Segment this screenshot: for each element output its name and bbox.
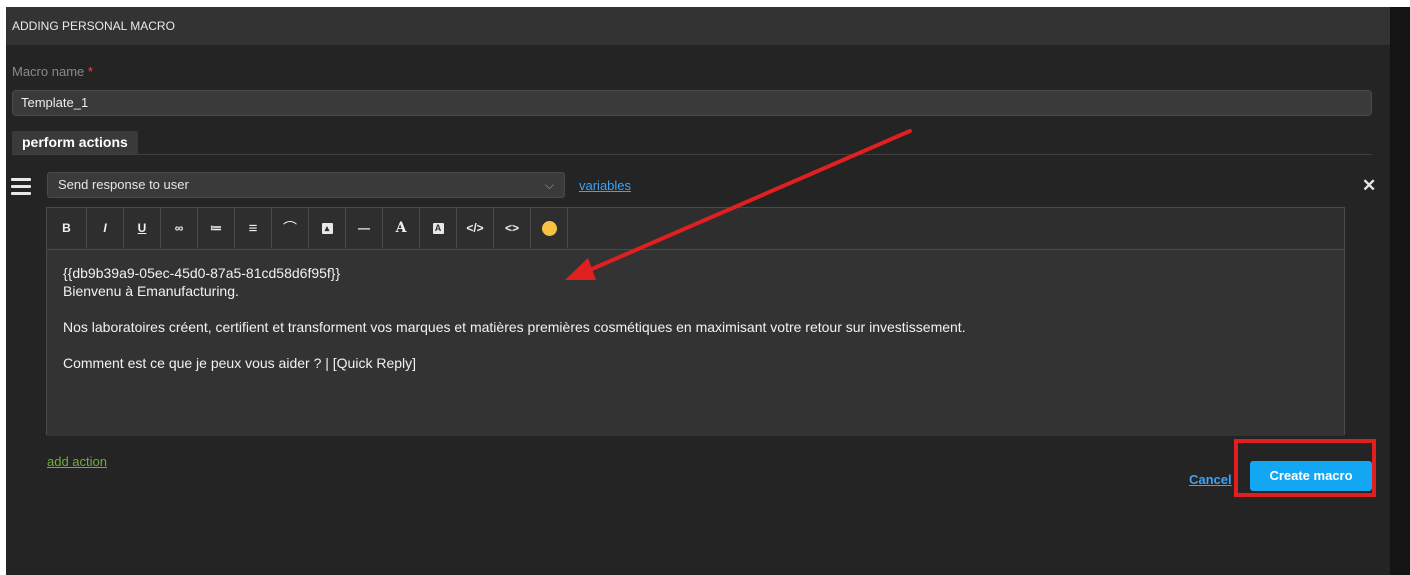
required-marker: * xyxy=(87,64,93,79)
ordered-list-icon: ≔ xyxy=(210,221,222,235)
macro-name-input[interactable]: Template_1 xyxy=(12,90,1372,116)
underline-button[interactable]: U xyxy=(124,208,161,248)
cancel-button[interactable]: Cancel xyxy=(1189,472,1232,487)
code-block-button[interactable]: </> xyxy=(457,208,494,248)
text-color-icon: A xyxy=(395,220,407,236)
italic-icon: I xyxy=(103,221,107,235)
variables-link[interactable]: variables xyxy=(579,178,631,193)
create-macro-button[interactable]: Create macro xyxy=(1250,461,1372,491)
chevron-down-icon: ⌵ xyxy=(544,178,554,192)
underline-icon: U xyxy=(137,221,147,235)
close-icon[interactable]: ✕ xyxy=(1362,177,1376,195)
italic-button[interactable]: I xyxy=(87,208,124,248)
image-button[interactable]: ▴ xyxy=(309,208,346,248)
macro-dialog: ADDING PERSONAL MACRO Macro name * Templ… xyxy=(6,7,1390,575)
action-type-value: Send response to user xyxy=(58,177,189,192)
macro-name-label: Macro name * xyxy=(12,64,93,79)
tab-perform-actions[interactable]: perform actions xyxy=(12,131,138,154)
tab-divider xyxy=(12,154,1372,155)
paperclip-icon: ⌒ xyxy=(283,220,297,236)
content-line-question: Comment est ce que je peux vous aider ? … xyxy=(63,355,417,371)
text-color-button[interactable]: A xyxy=(383,208,420,248)
add-action-link[interactable]: add action xyxy=(47,454,107,469)
emoji-button[interactable] xyxy=(531,208,568,248)
dialog-title: ADDING PERSONAL MACRO xyxy=(6,7,1390,45)
image-icon: ▴ xyxy=(321,222,333,234)
inline-code-icon: <> xyxy=(504,221,519,235)
content-line-description: Nos laboratoires créent, certifient et t… xyxy=(63,319,966,335)
bold-button[interactable]: B xyxy=(47,208,87,248)
bullet-list-icon: ≡ xyxy=(248,219,258,237)
background-color-icon: A xyxy=(432,222,444,234)
scrollbar[interactable] xyxy=(1390,7,1410,575)
bullet-list-button[interactable]: ≡ xyxy=(235,208,272,248)
bold-icon: B xyxy=(62,221,71,235)
ordered-list-button[interactable]: ≔ xyxy=(198,208,235,248)
rich-text-editor: B I U ∞ ≔ ≡ ⌒ ▴ — A A </> <> {{db9b39a9-… xyxy=(46,207,1345,436)
emoji-icon xyxy=(541,220,557,236)
inline-code-button[interactable]: <> xyxy=(494,208,531,248)
horizontal-rule-icon: — xyxy=(358,221,370,235)
macro-name-label-text: Macro name xyxy=(12,64,85,79)
content-line-welcome: Bienvenu à Emanufacturing. xyxy=(63,283,239,299)
background-color-button[interactable]: A xyxy=(420,208,457,248)
drag-handle-icon[interactable] xyxy=(11,178,31,196)
attachment-button[interactable]: ⌒ xyxy=(272,208,309,248)
code-block-icon: </> xyxy=(466,221,484,235)
editor-content[interactable]: {{db9b39a9-05ec-45d0-87a5-81cd58d6f95f}}… xyxy=(47,250,1344,436)
link-button[interactable]: ∞ xyxy=(161,208,198,248)
link-icon: ∞ xyxy=(174,221,184,235)
editor-toolbar: B I U ∞ ≔ ≡ ⌒ ▴ — A A </> <> xyxy=(47,208,1344,250)
content-line-variable: {{db9b39a9-05ec-45d0-87a5-81cd58d6f95f}} xyxy=(63,265,341,281)
horizontal-rule-button[interactable]: — xyxy=(346,208,383,248)
action-type-select[interactable]: Send response to user ⌵ xyxy=(47,172,565,198)
